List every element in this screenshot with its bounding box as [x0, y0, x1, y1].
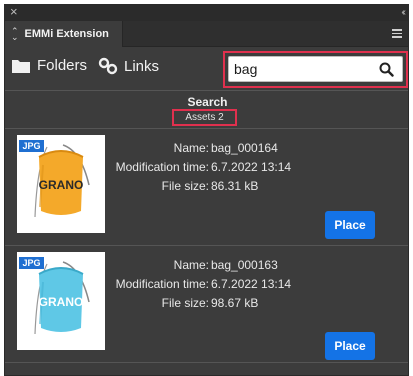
results-header: Search Assets 2	[5, 95, 408, 126]
asset-thumbnail[interactable]: JPG GRANO	[17, 135, 105, 233]
asset-thumbnail[interactable]: JPG GRANO	[17, 252, 105, 350]
panel-titlebar: × ‹‹	[5, 5, 408, 21]
file-size-label: File size:	[161, 296, 209, 310]
links-button[interactable]: Links	[98, 57, 159, 75]
modification-label: Modification time:	[115, 160, 209, 174]
close-icon[interactable]: ×	[10, 5, 18, 20]
file-size: 98.67 kB	[211, 296, 259, 310]
assets-count-badge: Assets 2	[172, 109, 237, 126]
extension-panel: × ‹‹ ⌃ ⌄ EMMi Extension Folders Links ba…	[4, 4, 409, 376]
asset-name: bag_000164	[211, 141, 278, 155]
place-button[interactable]: Place	[325, 332, 375, 360]
asset-item: JPG GRANO Name: bag_000163 Modification t…	[5, 245, 408, 360]
toolbar: Folders Links	[5, 48, 408, 90]
link-icon	[98, 57, 118, 75]
file-type-badge: JPG	[19, 257, 44, 269]
hamburger-menu-icon[interactable]	[392, 29, 402, 40]
results-title: Search	[187, 95, 228, 109]
name-label: Name:	[173, 141, 209, 155]
asset-metadata: Name: bag_000164 Modification time: 6.7.20…	[105, 141, 295, 198]
modification-time: 6.7.2022 13:14	[211, 277, 292, 291]
asset-metadata: Name: bag_000163 Modification time: 6.7.20…	[105, 258, 295, 315]
asset-name: bag_000163	[211, 258, 278, 272]
modification-time: 6.7.2022 13:14	[211, 160, 292, 174]
folder-icon	[12, 59, 30, 73]
svg-text:GRANO: GRANO	[39, 295, 84, 309]
folders-label: Folders	[37, 57, 88, 74]
file-size: 86.31 kB	[211, 179, 259, 193]
place-button[interactable]: Place	[325, 211, 375, 239]
asset-item: JPG GRANO Name: bag_000164 Modification t…	[5, 128, 408, 239]
search-box[interactable]	[228, 56, 403, 82]
search-icon[interactable]	[379, 62, 394, 77]
name-label: Name:	[173, 258, 209, 272]
modification-label: Modification time:	[115, 277, 209, 291]
tab-bar: ⌃ ⌄ EMMi Extension	[5, 21, 408, 47]
up-down-arrows-icon: ⌃ ⌄	[11, 25, 19, 42]
tab-emmi-extension[interactable]: ⌃ ⌄ EMMi Extension	[5, 21, 123, 47]
folders-button[interactable]: Folders	[11, 57, 87, 74]
search-input[interactable]	[234, 60, 374, 78]
tab-label: EMMi Extension	[24, 28, 109, 40]
toolbar-divider	[5, 90, 408, 91]
links-label: Links	[124, 57, 160, 75]
collapse-icon[interactable]: ‹‹	[401, 5, 405, 21]
list-bottom-divider	[5, 362, 408, 363]
file-type-badge: JPG	[19, 140, 44, 152]
file-size-label: File size:	[161, 179, 209, 193]
svg-text:GRANO: GRANO	[39, 178, 84, 192]
